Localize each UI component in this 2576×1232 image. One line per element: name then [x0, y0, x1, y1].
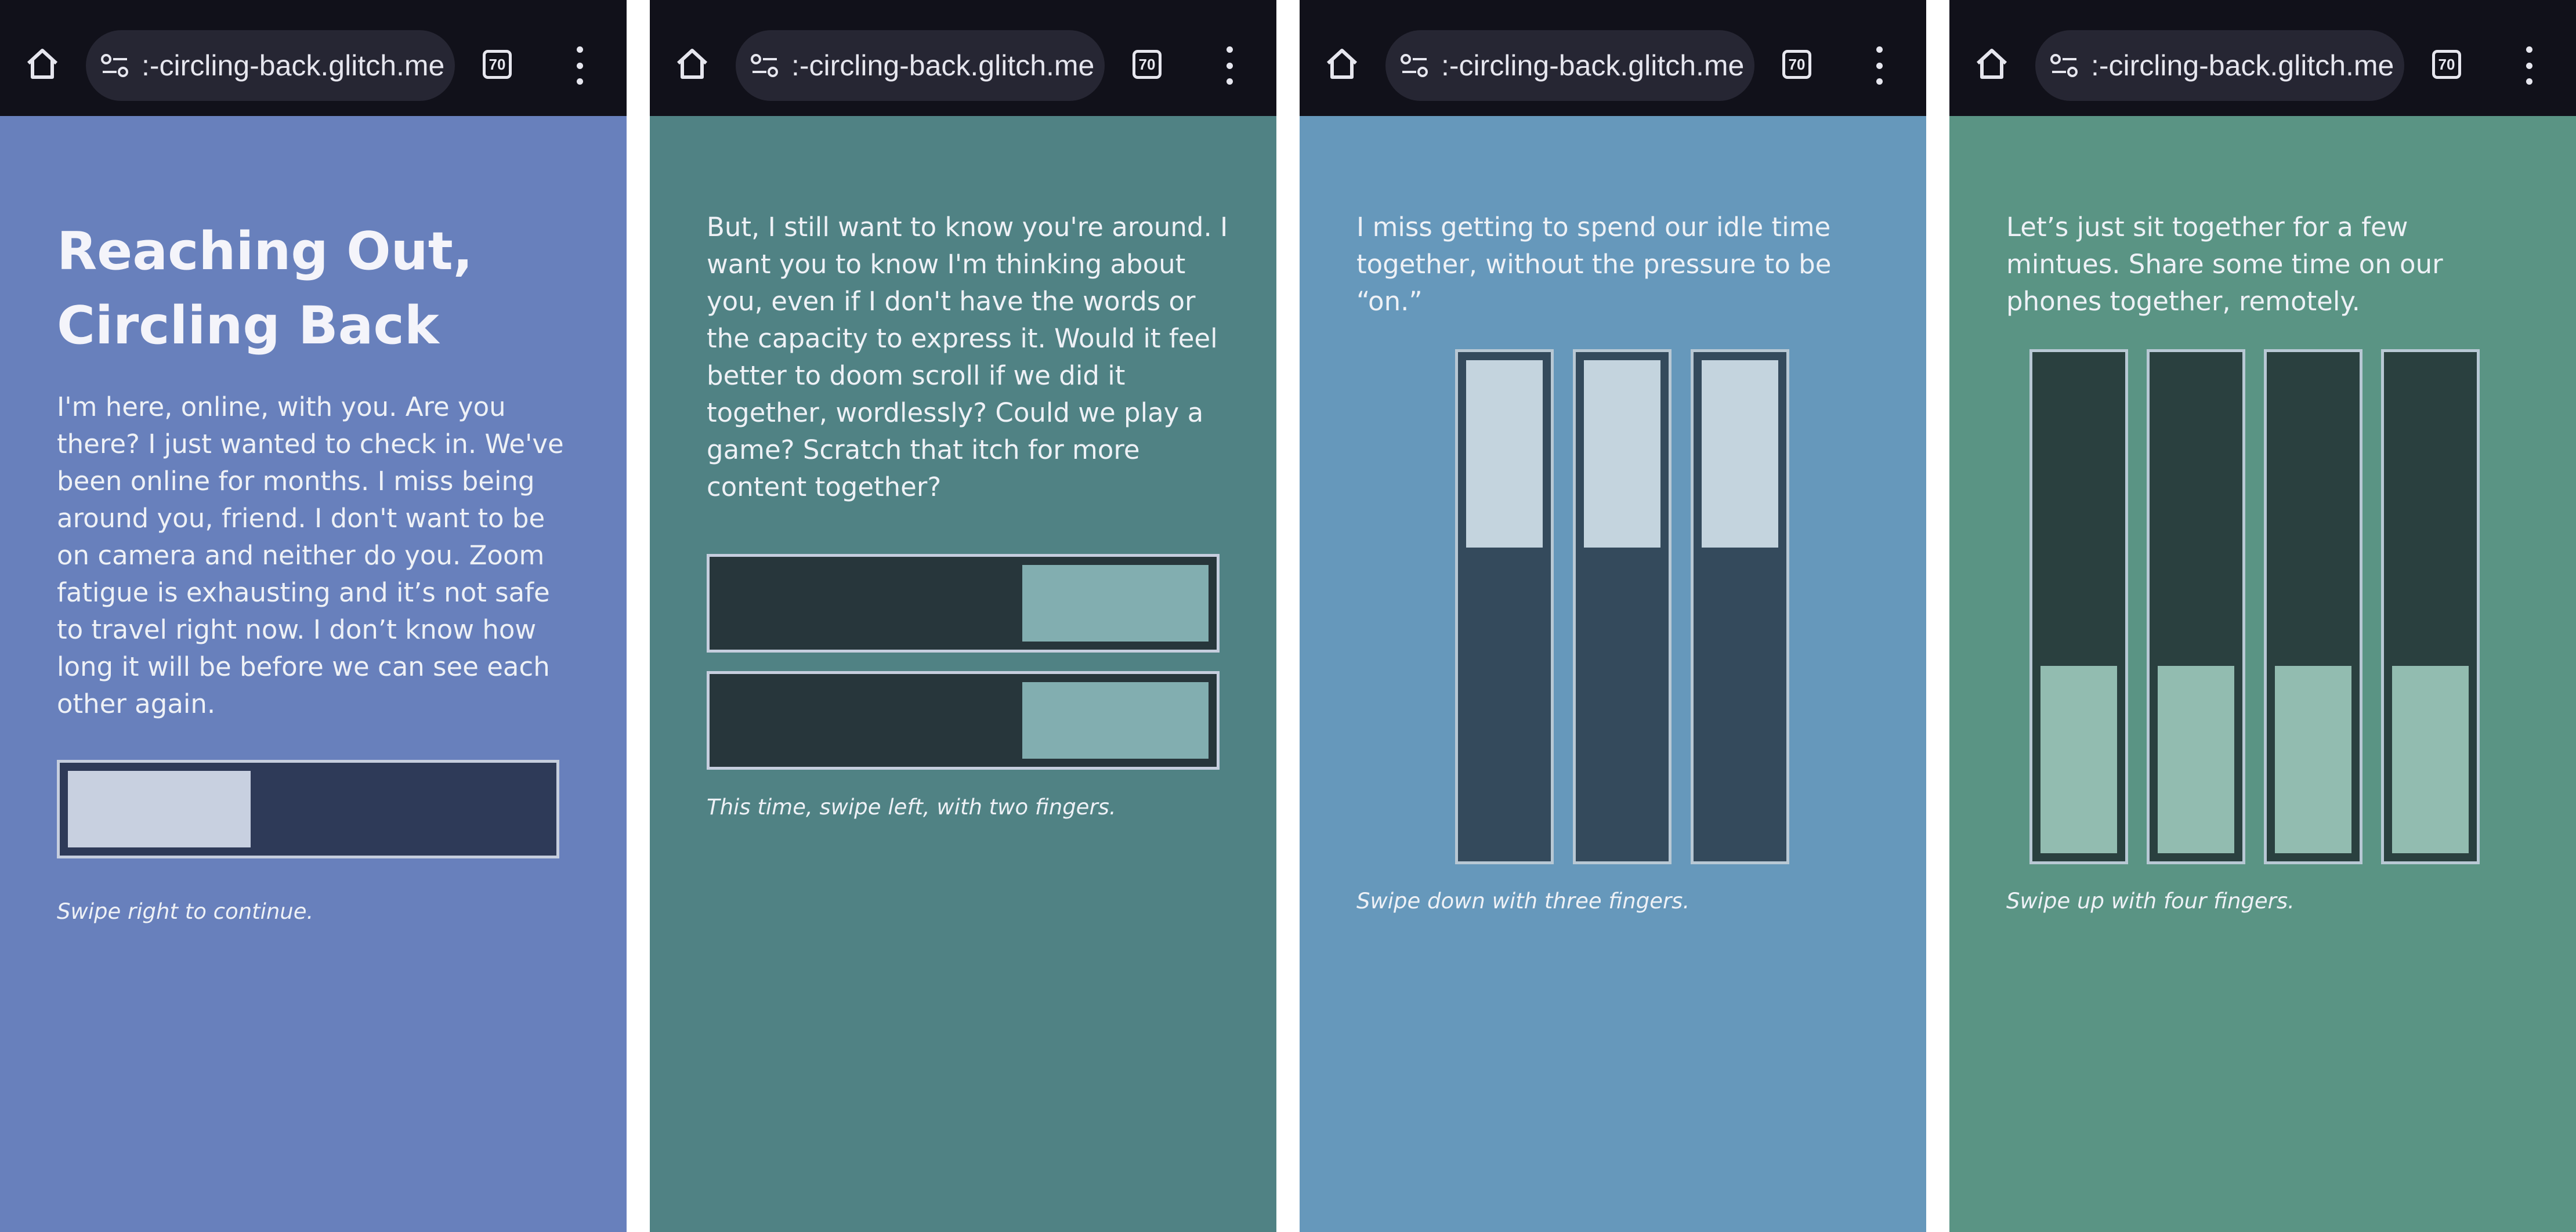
- slider-thumb[interactable]: [2158, 666, 2234, 853]
- vertical-slider-3[interactable]: [2264, 349, 2362, 864]
- body-paragraph: I miss getting to spend our idle time to…: [1356, 212, 1832, 317]
- more-vertical-icon[interactable]: [1871, 46, 1888, 85]
- vertical-slider-1[interactable]: [1455, 349, 1554, 864]
- instruction-hint: This time, swipe left, with two fingers.: [707, 795, 1116, 820]
- address-bar[interactable]: :-circling-back.glitch.me: [736, 30, 1105, 101]
- title-line-2: Circling Back: [57, 295, 439, 356]
- more-vertical-icon[interactable]: [2520, 46, 2538, 85]
- slider-thumb[interactable]: [68, 771, 251, 847]
- slider-thumb[interactable]: [2040, 666, 2117, 853]
- more-vertical-icon[interactable]: [1221, 46, 1238, 85]
- site-settings-icon[interactable]: [99, 49, 131, 82]
- page-content: Reaching Out, Circling Back I'm here, on…: [0, 116, 627, 1232]
- browser-toolbar: :-circling-back.glitch.me 70: [1949, 0, 2576, 116]
- url-text: :-circling-back.glitch.me: [142, 49, 445, 82]
- instruction-hint: Swipe up with four fingers.: [2006, 889, 2295, 914]
- slider-thumb[interactable]: [1022, 565, 1209, 642]
- page-title: Reaching Out, Circling Back: [57, 215, 579, 363]
- slider-thumb[interactable]: [1022, 682, 1209, 759]
- more-vertical-icon[interactable]: [571, 46, 588, 85]
- vertical-slider-2[interactable]: [1573, 349, 1671, 864]
- site-settings-icon[interactable]: [1398, 49, 1431, 82]
- horizontal-slider-2[interactable]: [707, 671, 1220, 770]
- home-icon[interactable]: [671, 45, 714, 82]
- body-paragraph: Let’s just sit together for a few mintue…: [2006, 212, 2443, 317]
- body-paragraph: But, I still want to know you're around.…: [707, 212, 1228, 502]
- slider-thumb[interactable]: [1702, 360, 1778, 548]
- home-icon[interactable]: [1970, 45, 2013, 82]
- home-icon[interactable]: [21, 45, 64, 82]
- slider-thumb[interactable]: [2275, 666, 2351, 853]
- tab-switcher-icon[interactable]: 70: [483, 50, 512, 79]
- tab-switcher-icon[interactable]: 70: [2432, 50, 2461, 79]
- browser-toolbar: :-circling-back.glitch.me 70: [0, 0, 627, 116]
- phone-screen-2: :-circling-back.glitch.me 70 But, I stil…: [650, 0, 1276, 1232]
- vertical-slider-3[interactable]: [1691, 349, 1789, 864]
- slider-thumb[interactable]: [1584, 360, 1660, 548]
- tab-switcher-icon[interactable]: 70: [1133, 50, 1162, 79]
- browser-toolbar: :-circling-back.glitch.me 70: [1300, 0, 1926, 116]
- slider-thumb[interactable]: [1466, 360, 1543, 548]
- browser-toolbar: :-circling-back.glitch.me 70: [650, 0, 1276, 116]
- slider-thumb[interactable]: [2392, 666, 2469, 853]
- horizontal-slider-1[interactable]: [707, 554, 1220, 653]
- site-settings-icon[interactable]: [748, 49, 781, 82]
- title-line-1: Reaching Out,: [57, 221, 473, 282]
- instruction-hint: Swipe down with three fingers.: [1356, 889, 1690, 914]
- vertical-slider-1[interactable]: [2029, 349, 2128, 864]
- home-icon[interactable]: [1320, 45, 1363, 82]
- site-settings-icon[interactable]: [2048, 49, 2081, 82]
- url-text: :-circling-back.glitch.me: [1441, 49, 1745, 82]
- url-text: :-circling-back.glitch.me: [791, 49, 1095, 82]
- phone-screen-1: :-circling-back.glitch.me 70 Reaching Ou…: [0, 0, 627, 1232]
- address-bar[interactable]: :-circling-back.glitch.me: [86, 30, 455, 101]
- page-content: I miss getting to spend our idle time to…: [1300, 116, 1926, 1232]
- phone-screen-3: :-circling-back.glitch.me 70 I miss gett…: [1300, 0, 1926, 1232]
- intro-paragraph: I'm here, online, with you. Are you ther…: [57, 392, 564, 719]
- url-text: :-circling-back.glitch.me: [2091, 49, 2394, 82]
- vertical-slider-2[interactable]: [2147, 349, 2245, 864]
- address-bar[interactable]: :-circling-back.glitch.me: [1385, 30, 1754, 101]
- instruction-hint: Swipe right to continue.: [57, 899, 314, 924]
- tab-switcher-icon[interactable]: 70: [1782, 50, 1811, 79]
- phone-screen-4: :-circling-back.glitch.me 70 Let’s just …: [1949, 0, 2576, 1232]
- horizontal-slider[interactable]: [57, 760, 559, 858]
- vertical-slider-4[interactable]: [2381, 349, 2480, 864]
- page-content: But, I still want to know you're around.…: [650, 116, 1276, 1232]
- address-bar[interactable]: :-circling-back.glitch.me: [2035, 30, 2404, 101]
- page-content: Let’s just sit together for a few mintue…: [1949, 116, 2576, 1232]
